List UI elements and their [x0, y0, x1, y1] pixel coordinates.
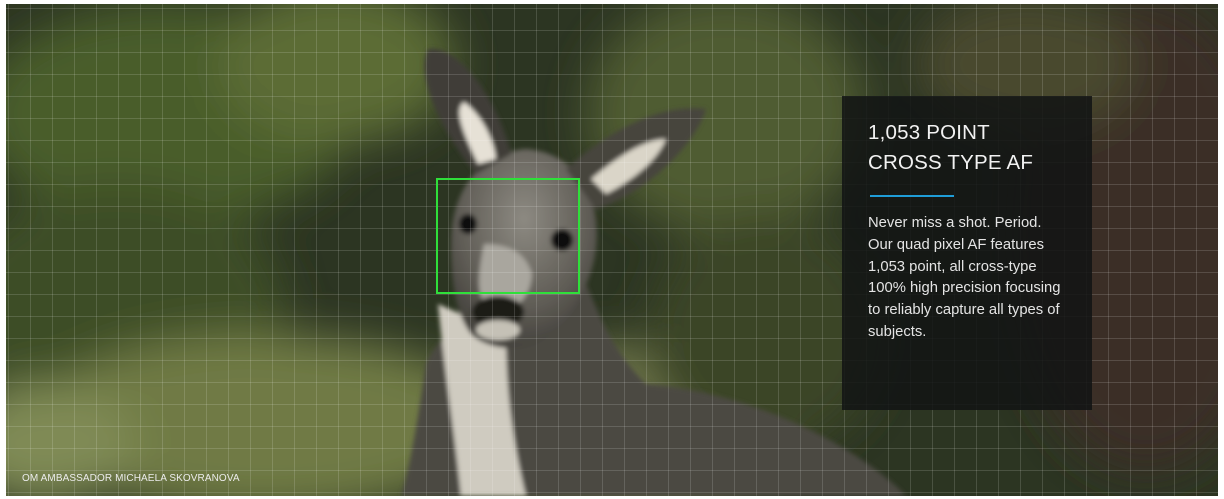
feature-title-line2: CROSS TYPE AF [868, 151, 1034, 174]
af-focus-box [436, 178, 580, 294]
feature-title-line1: 1,053 POINT [868, 121, 990, 144]
feature-panel: 1,053 POINT CROSS TYPE AF Never miss a s… [842, 96, 1092, 410]
photo-credit: OM AMBASSADOR MICHAELA SKOVRANOVA [22, 473, 240, 484]
accent-divider [870, 195, 954, 197]
feature-description: Never miss a shot. Period. Our quad pixe… [868, 215, 1061, 340]
feature-title: 1,053 POINT CROSS TYPE AF [868, 118, 1066, 178]
